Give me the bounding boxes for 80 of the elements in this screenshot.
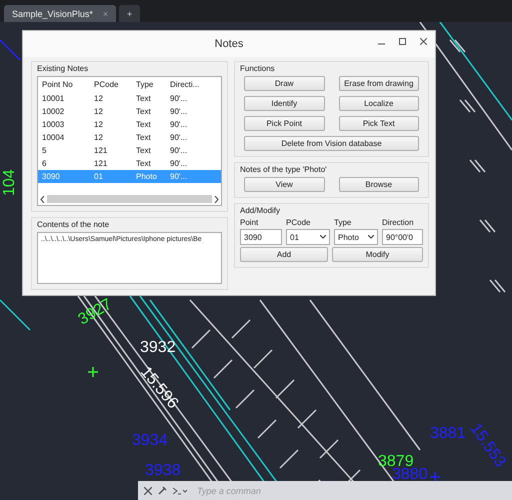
prompt-icon[interactable] bbox=[173, 486, 187, 494]
function-button[interactable]: Draw bbox=[244, 76, 324, 91]
table-cell-text: 12 bbox=[94, 133, 104, 142]
function-button[interactable]: Delete from Vision database bbox=[244, 136, 419, 151]
table-cell-text: 12 bbox=[94, 107, 104, 116]
maximize-icon[interactable] bbox=[399, 38, 406, 45]
table-cell-text: 3090 bbox=[42, 172, 61, 181]
table-cell-text: Text bbox=[136, 133, 152, 142]
table-cell-text: Text bbox=[136, 146, 152, 155]
column-header[interactable]: Point No bbox=[42, 80, 94, 89]
function-button[interactable]: Pick Point bbox=[244, 116, 324, 131]
dialog-title: Notes bbox=[214, 38, 244, 50]
table-cell-text: 10002 bbox=[42, 107, 66, 116]
input-field[interactable]: 90°00'0 bbox=[382, 229, 423, 245]
table-cell-text: Text bbox=[136, 94, 152, 103]
note-row[interactable]: 10004 12 Text 90'... bbox=[38, 131, 221, 144]
group-title: Contents of the note bbox=[37, 220, 110, 229]
table-cell-text: 90'... bbox=[170, 107, 188, 116]
table-cell-text: 90'... bbox=[170, 133, 188, 142]
group-title: Add/Modify bbox=[240, 206, 282, 215]
function-button[interactable]: Pick Text bbox=[338, 116, 419, 131]
scrollbar-thumb[interactable] bbox=[47, 195, 212, 203]
note-row[interactable]: 5 121 Text 90'... bbox=[38, 144, 221, 157]
point-label: 3934 bbox=[132, 432, 168, 449]
field-label: PCode bbox=[286, 218, 312, 227]
table-cell-text: Text bbox=[136, 107, 152, 116]
action-button[interactable]: Add bbox=[240, 247, 328, 262]
scroll-left-icon[interactable] bbox=[40, 196, 45, 202]
column-header[interactable]: PCode bbox=[94, 80, 136, 89]
note-row[interactable]: 6 121 Text 90'... bbox=[38, 157, 221, 170]
function-button[interactable]: Erase from drawing bbox=[338, 76, 419, 91]
photo-button[interactable]: View bbox=[244, 177, 324, 192]
note-row[interactable]: 10002 12 Text 90'... bbox=[38, 105, 221, 118]
column-header[interactable]: Type bbox=[136, 80, 170, 89]
point-label: 3927 bbox=[76, 296, 115, 328]
document-tab[interactable]: + bbox=[119, 5, 140, 22]
document-tab[interactable]: Sample_VisionPlus* × bbox=[4, 5, 116, 22]
table-cell-text: 10003 bbox=[42, 120, 66, 129]
table-cell-text: 12 bbox=[94, 120, 104, 129]
note-row[interactable]: 10001 12 Text 90'... bbox=[38, 92, 221, 105]
group-title: Existing Notes bbox=[37, 64, 90, 73]
table-cell-text: Text bbox=[136, 120, 152, 129]
table-cell-text: 121 bbox=[94, 159, 108, 168]
table-cell-text: 12 bbox=[94, 94, 104, 103]
function-button[interactable]: Localize bbox=[338, 96, 419, 111]
input-field[interactable]: 3090 bbox=[240, 229, 282, 245]
table-cell-text: 6 bbox=[42, 159, 48, 168]
point-label: 104 bbox=[1, 169, 18, 196]
point-label: 3880 bbox=[392, 466, 428, 483]
field-label: Type bbox=[334, 218, 352, 227]
table-cell-text: Text bbox=[136, 159, 152, 168]
point-label: 3881 bbox=[430, 425, 466, 442]
field-label: Point bbox=[240, 218, 260, 227]
photo-button[interactable]: Browse bbox=[338, 177, 419, 192]
table-cell-text: 10004 bbox=[42, 133, 66, 142]
scroll-right-icon[interactable] bbox=[214, 196, 219, 202]
field-label: Direction bbox=[382, 218, 415, 227]
table-cell-text: 90'... bbox=[170, 172, 188, 181]
close-icon[interactable] bbox=[144, 486, 152, 494]
function-button[interactable]: Identify bbox=[244, 96, 324, 111]
table-cell-text: 90'... bbox=[170, 94, 188, 103]
table-cell-text: 5 bbox=[42, 146, 48, 155]
table-cell-text: Photo bbox=[136, 172, 158, 181]
group-title: Functions bbox=[240, 64, 276, 73]
dropdown[interactable]: 01 bbox=[286, 229, 330, 245]
column-header[interactable]: Directi... bbox=[170, 80, 221, 89]
close-icon[interactable] bbox=[420, 38, 427, 45]
table-cell-text: 10001 bbox=[42, 94, 66, 103]
table-cell-text: 90'... bbox=[170, 146, 188, 155]
action-button[interactable]: Modify bbox=[332, 247, 423, 262]
table-cell-text: 121 bbox=[94, 146, 108, 155]
dropdown-icon bbox=[320, 235, 326, 239]
table-cell-text: 01 bbox=[94, 172, 104, 181]
dropdown-icon bbox=[368, 235, 374, 239]
point-label: 3938 bbox=[145, 462, 181, 479]
table-cell-text: 90'... bbox=[170, 159, 188, 168]
dropdown[interactable]: Photo bbox=[334, 229, 378, 245]
group-title: Notes of the type 'Photo' bbox=[240, 165, 328, 174]
note-row[interactable]: 10003 12 Text 90'... bbox=[38, 118, 221, 131]
table-cell-text: 90'... bbox=[170, 120, 188, 129]
